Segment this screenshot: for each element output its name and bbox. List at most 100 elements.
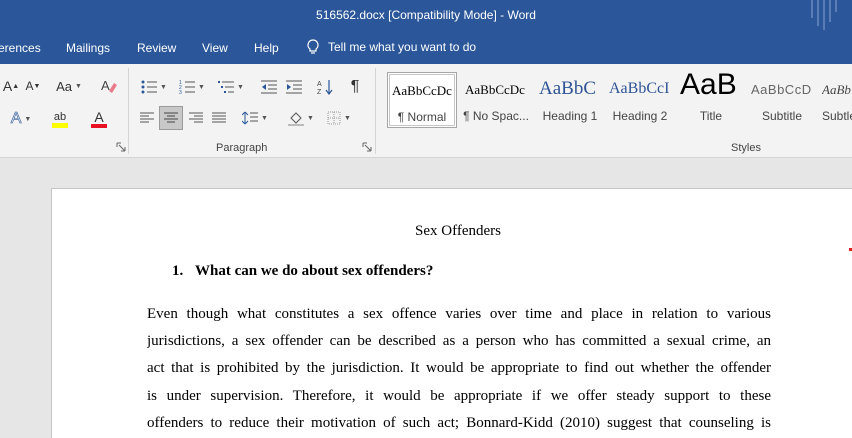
- style-heading-2[interactable]: AaBbCcI Heading 2: [605, 72, 675, 128]
- paragraph-line: offenders to reduce their motivation of …: [147, 415, 771, 431]
- chevron-down-icon: ▼: [74, 82, 82, 90]
- styles-gallery: AaBbCcDc ¶ Normal AaBbCcDc ¶ No Spac... …: [383, 72, 852, 136]
- paragraph-dialog-launcher-icon[interactable]: [362, 142, 372, 152]
- style-preview: AaBbCcDc: [465, 82, 525, 97]
- style-preview: AaBbCcD: [751, 82, 812, 97]
- chevron-down-icon: ▼: [237, 83, 244, 91]
- paragraph-line: is under supervision. Therefore, it woul…: [147, 388, 771, 404]
- font-color-swatch: [91, 124, 107, 128]
- chevron-down-icon: ▼: [307, 114, 314, 122]
- numbering-icon: 123: [179, 80, 196, 94]
- align-right-icon: [189, 112, 203, 123]
- window-title: 516562.docx [Compatibility Mode] - Word: [316, 8, 536, 22]
- font-color-button[interactable]: A: [82, 108, 116, 130]
- title-bar: 516562.docx [Compatibility Mode] - Word: [0, 0, 852, 32]
- highlight-color-swatch: [52, 122, 68, 128]
- chevron-down-icon: ▼: [261, 114, 268, 122]
- tab-review[interactable]: Review: [137, 41, 176, 55]
- font-color-glyph: A: [94, 109, 104, 125]
- highlight-glyph: ab: [53, 110, 67, 123]
- svg-text:A: A: [317, 81, 322, 88]
- style-name: Subtitle: [761, 109, 803, 123]
- heading-text: What can we do about sex offenders?: [195, 263, 434, 279]
- up-arrow-icon: ▲: [12, 82, 20, 90]
- sort-button[interactable]: A Z: [314, 76, 336, 98]
- decrease-indent-icon: [261, 80, 277, 94]
- align-center-button[interactable]: [159, 106, 183, 130]
- increase-indent-icon: [286, 80, 302, 94]
- paragraph-line: act that is prohibited by the jurisdicti…: [147, 360, 771, 376]
- bullets-button[interactable]: ▼: [138, 76, 170, 98]
- change-case-button[interactable]: Aa ▼: [52, 76, 86, 96]
- multilevel-list-button[interactable]: ▼: [214, 76, 248, 98]
- ribbon-tabs: erences Mailings Review View Help Tell m…: [0, 32, 852, 64]
- style-subtle[interactable]: AaBb Subtle: [818, 72, 852, 128]
- align-left-icon: [140, 112, 154, 123]
- eraser-icon: A: [101, 78, 117, 93]
- down-arrow-icon: ▼: [33, 82, 41, 90]
- multilevel-list-icon: [218, 81, 235, 93]
- style-name: Heading 1: [542, 109, 598, 123]
- shrink-font-glyph: A: [25, 79, 34, 93]
- decrease-indent-button[interactable]: [258, 76, 280, 98]
- tab-help[interactable]: Help: [254, 41, 279, 55]
- text-effects-glyph: A: [10, 110, 22, 128]
- chevron-down-icon: ▼: [160, 83, 167, 91]
- style-name: Title: [699, 109, 723, 123]
- style-heading-1[interactable]: AaBbC Heading 1: [535, 72, 605, 128]
- style-no-spacing[interactable]: AaBbCcDc ¶ No Spac...: [461, 72, 531, 128]
- align-center-icon: [164, 112, 178, 123]
- pilcrow-glyph: ¶: [350, 78, 360, 95]
- tab-mailings[interactable]: Mailings: [66, 41, 110, 55]
- shading-button[interactable]: ▼: [284, 107, 318, 129]
- style-preview: AaBb: [822, 82, 851, 97]
- group-separator: [128, 68, 129, 154]
- borders-button[interactable]: ▼: [322, 107, 356, 129]
- tell-me-search[interactable]: Tell me what you want to do: [306, 39, 476, 55]
- paint-bucket-icon: [288, 112, 305, 126]
- align-right-button[interactable]: [185, 107, 207, 129]
- shrink-font-button[interactable]: A ▼: [24, 76, 42, 96]
- svg-text:Z: Z: [317, 89, 322, 95]
- text-highlight-button[interactable]: ab: [44, 108, 76, 130]
- style-normal[interactable]: AaBbCcDc ¶ Normal: [387, 72, 457, 128]
- align-left-button[interactable]: [136, 107, 158, 129]
- style-subtitle[interactable]: AaBbCcD Subtitle: [747, 72, 817, 128]
- lightbulb-icon: [307, 39, 319, 54]
- sort-icon: A Z: [317, 80, 333, 95]
- text-effects-button[interactable]: A ▼: [6, 108, 36, 130]
- svg-text:3: 3: [179, 90, 182, 94]
- chevron-down-icon: ▼: [344, 114, 351, 122]
- increase-indent-button[interactable]: [283, 76, 305, 98]
- tab-view[interactable]: View: [202, 41, 228, 55]
- bullets-icon: [141, 80, 158, 94]
- tab-references[interactable]: erences: [0, 41, 41, 55]
- chevron-down-icon: ▼: [198, 83, 205, 91]
- line-spacing-icon: [242, 111, 259, 125]
- styles-group-label: Styles: [731, 142, 761, 154]
- paragraph-line: jurisdictions, a sex offender can be des…: [147, 333, 771, 349]
- document-canvas: Sex Offenders 1. What can we do about sex…: [0, 158, 852, 438]
- svg-text:A: A: [101, 78, 110, 93]
- font-dialog-launcher-icon[interactable]: [116, 142, 126, 152]
- paragraph-group-label: Paragraph: [216, 142, 268, 154]
- justify-icon: [212, 112, 226, 123]
- change-case-glyph: Aa: [56, 78, 72, 94]
- show-hide-marks-button[interactable]: ¶: [344, 76, 366, 98]
- style-preview: AaBbC: [539, 78, 596, 99]
- document-page[interactable]: Sex Offenders 1. What can we do about sex…: [51, 188, 852, 438]
- document-title: Sex Offenders: [415, 223, 501, 239]
- style-name: ¶ No Spac...: [463, 109, 529, 123]
- line-spacing-button[interactable]: ▼: [238, 107, 272, 129]
- clear-formatting-button[interactable]: A: [98, 76, 120, 96]
- document-heading: 1. What can we do about sex offenders?: [172, 263, 433, 280]
- chevron-down-icon: ▼: [24, 115, 32, 123]
- style-title[interactable]: AaB Title: [676, 72, 746, 128]
- justify-button[interactable]: [208, 107, 230, 129]
- style-preview: AaBbCcDc: [392, 83, 452, 98]
- ribbon: A ▲ A ▼ Aa ▼ A A ▼ ab A ▼ 123 ▼ ▼ A Z ¶ …: [0, 64, 852, 158]
- decorative-lines-icon: [811, 0, 837, 30]
- numbering-button[interactable]: 123 ▼: [176, 76, 208, 98]
- grow-font-button[interactable]: A ▲: [2, 76, 20, 96]
- paragraph-line: Even though what constitutes a sex offen…: [147, 306, 771, 322]
